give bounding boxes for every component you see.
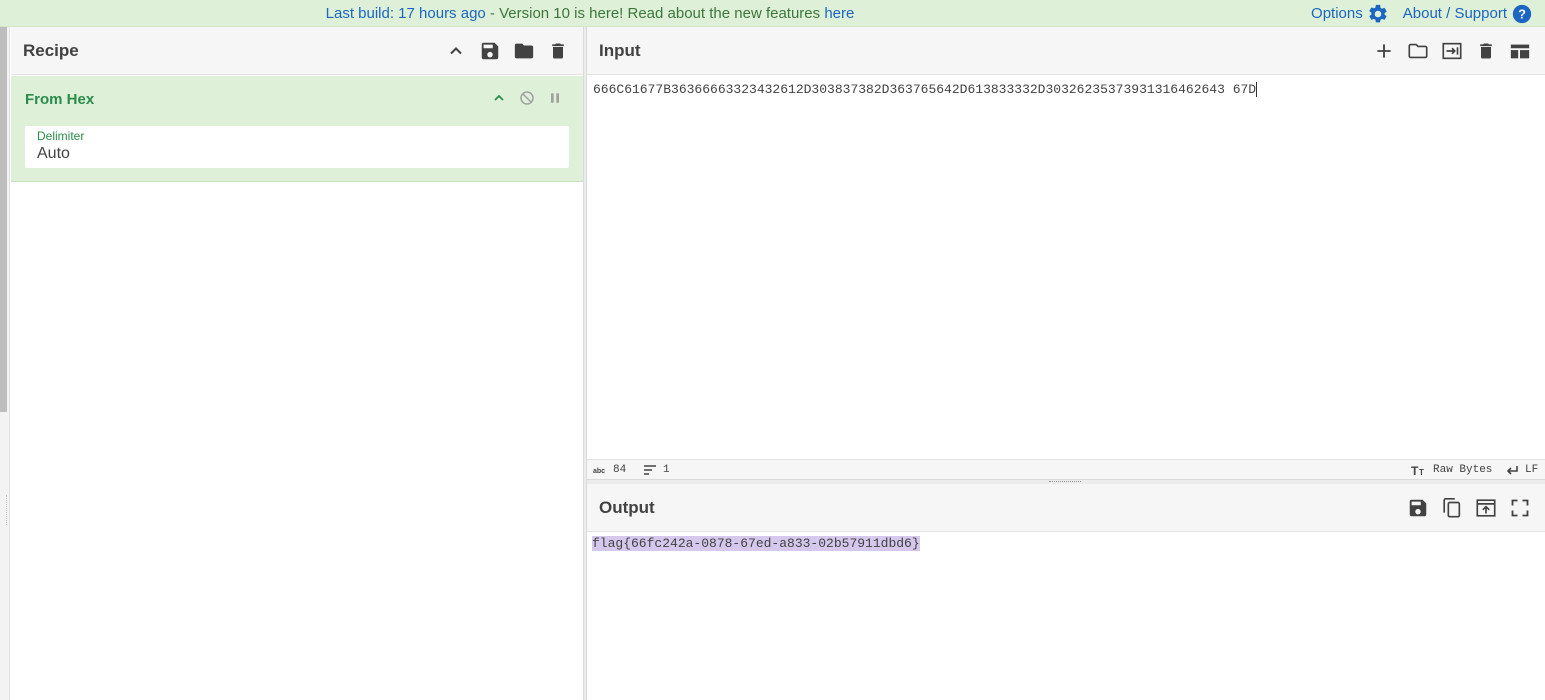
char-count: abc 84 bbox=[593, 460, 626, 480]
pause-operation-button[interactable] bbox=[541, 86, 569, 110]
layout-icon bbox=[1510, 44, 1530, 59]
save-recipe-button[interactable] bbox=[473, 34, 507, 68]
line-count-value: 1 bbox=[663, 464, 670, 476]
input-status-bar: abc 84 1 TT Raw Bytes LF bbox=[587, 459, 1545, 479]
open-folder-button[interactable] bbox=[1401, 34, 1435, 68]
output-textarea[interactable]: flag{66fc242a-0878-67ed-a833-02b57911dbd… bbox=[592, 536, 920, 551]
trash-icon bbox=[552, 43, 564, 59]
scrollbar-thumb[interactable] bbox=[0, 27, 7, 412]
folder-icon bbox=[514, 43, 534, 59]
banner-text: - Version 10 is here! Read about the new… bbox=[485, 5, 825, 22]
copy-output-button[interactable] bbox=[1435, 491, 1469, 525]
reset-layout-button[interactable] bbox=[1503, 34, 1537, 68]
banner-message: Last build: 17 hours ago - Version 10 is… bbox=[0, 0, 1180, 27]
replace-input-icon bbox=[1476, 499, 1496, 517]
eol-selector[interactable]: LF bbox=[1505, 460, 1538, 480]
trash-icon bbox=[1480, 43, 1492, 59]
delimiter-field[interactable]: Delimiter Auto bbox=[25, 126, 569, 168]
chevron-up-icon bbox=[494, 94, 504, 101]
collapse-operation-button[interactable] bbox=[485, 86, 513, 110]
collapse-all-button[interactable] bbox=[439, 34, 473, 68]
svg-text:T: T bbox=[1419, 468, 1424, 476]
output-title: Output bbox=[599, 498, 655, 517]
save-icon bbox=[1409, 499, 1427, 517]
operation-title: From Hex bbox=[25, 91, 95, 108]
text-format-icon: TT bbox=[1411, 464, 1424, 476]
about-support-button[interactable]: About / Support ? bbox=[1403, 3, 1533, 25]
open-input-icon bbox=[1442, 42, 1462, 60]
clear-input-button[interactable] bbox=[1469, 34, 1503, 68]
folder-icon bbox=[1408, 43, 1428, 59]
return-icon bbox=[1506, 466, 1518, 475]
about-label: About / Support bbox=[1402, 5, 1507, 22]
delimiter-label: Delimiter bbox=[37, 129, 85, 143]
line-count: 1 bbox=[643, 460, 670, 480]
svg-text:abc: abc bbox=[593, 468, 605, 475]
options-button[interactable]: Options bbox=[1311, 3, 1389, 25]
disable-icon bbox=[520, 91, 534, 105]
recipe-header: Recipe bbox=[11, 27, 583, 75]
pause-icon bbox=[551, 93, 559, 103]
recipe-title: Recipe bbox=[23, 41, 79, 60]
encoding-value: Raw Bytes bbox=[1433, 464, 1493, 476]
save-output-button[interactable] bbox=[1401, 491, 1435, 525]
svg-text:T: T bbox=[1411, 464, 1419, 476]
options-label: Options bbox=[1311, 5, 1363, 22]
encoding-selector[interactable]: TT Raw Bytes bbox=[1411, 460, 1492, 480]
input-text-content: 666C61677B36366663323432612D303837382D36… bbox=[593, 82, 1257, 97]
input-title: Input bbox=[599, 41, 641, 60]
gear-icon bbox=[1369, 4, 1387, 22]
resize-grip[interactable] bbox=[6, 495, 9, 525]
delimiter-value[interactable]: Auto bbox=[37, 145, 70, 163]
vertical-splitter[interactable] bbox=[583, 27, 587, 700]
text-cursor bbox=[1256, 82, 1258, 98]
open-file-button[interactable] bbox=[1435, 34, 1469, 68]
char-count-value: 84 bbox=[613, 464, 627, 476]
svg-text:?: ? bbox=[1518, 6, 1526, 21]
disable-operation-button[interactable] bbox=[513, 86, 541, 110]
save-icon bbox=[481, 42, 499, 60]
input-textarea[interactable]: 666C61677B36366663323432612D303837382D36… bbox=[593, 82, 1533, 452]
abc-icon: abc bbox=[593, 468, 605, 475]
lines-icon bbox=[644, 465, 656, 475]
eol-value: LF bbox=[1525, 464, 1539, 476]
operation-from-hex[interactable]: From Hex Delimiter Auto bbox=[11, 76, 583, 182]
plus-icon bbox=[1377, 44, 1391, 58]
load-recipe-button[interactable] bbox=[507, 34, 541, 68]
fullscreen-icon bbox=[1511, 499, 1529, 517]
add-input-tab-button[interactable] bbox=[1367, 34, 1401, 68]
output-text-content: flag{66fc242a-0878-67ed-a833-02b57911dbd… bbox=[592, 536, 920, 551]
maximise-output-button[interactable] bbox=[1503, 491, 1537, 525]
top-banner: Last build: 17 hours ago - Version 10 is… bbox=[0, 0, 1545, 27]
help-icon: ? bbox=[1512, 4, 1532, 23]
replace-input-button[interactable] bbox=[1469, 491, 1503, 525]
clear-recipe-button[interactable] bbox=[541, 34, 575, 68]
copy-icon bbox=[1443, 498, 1461, 518]
input-header: Input bbox=[587, 27, 1545, 75]
chevron-up-icon bbox=[450, 47, 462, 55]
output-header: Output bbox=[587, 484, 1545, 532]
operations-panel-scrollbar[interactable] bbox=[0, 27, 10, 700]
new-features-link[interactable]: here bbox=[824, 5, 854, 22]
last-build-link[interactable]: Last build: 17 hours ago bbox=[326, 5, 486, 22]
